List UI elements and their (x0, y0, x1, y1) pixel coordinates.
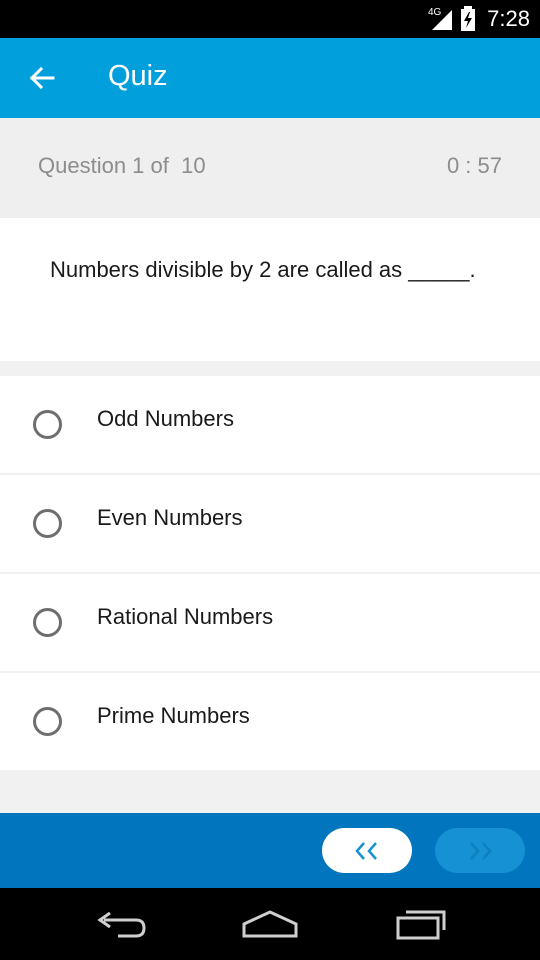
page-title: Quiz (108, 60, 168, 92)
question-counter: Question 1 of 10 (38, 153, 206, 178)
app-bar: Quiz (0, 38, 540, 118)
back-icon[interactable] (92, 906, 148, 942)
network-type-label: 4G (428, 7, 442, 18)
radio-button[interactable] (33, 707, 62, 736)
next-question-button[interactable] (435, 828, 525, 873)
radio-button[interactable] (33, 608, 62, 637)
home-icon[interactable] (240, 906, 300, 942)
signal-icon: 4G (428, 7, 452, 30)
double-chevron-right-icon (470, 842, 492, 860)
question-header: Question 1 of 10 0 : 57 (0, 118, 540, 218)
quiz-nav-bar (0, 813, 540, 888)
previous-question-button[interactable] (322, 828, 412, 873)
system-nav-bar (0, 888, 540, 960)
question-card: Numbers divisible by 2 are called as ___… (0, 218, 540, 361)
option-label: Even Numbers (97, 505, 243, 530)
option-label: Odd Numbers (97, 406, 234, 431)
arrow-left-icon[interactable] (26, 62, 58, 94)
quiz-timer: 0 : 57 (446, 153, 502, 178)
option-label: Rational Numbers (97, 604, 274, 629)
option-even-numbers[interactable]: Even Numbers (0, 475, 540, 572)
status-time: 7:28 (487, 6, 530, 31)
question-text: Numbers divisible by 2 are called as ___… (50, 257, 476, 282)
option-label: Prime Numbers (97, 703, 250, 728)
option-prime-numbers[interactable]: Prime Numbers (0, 673, 540, 770)
option-rational-numbers[interactable]: Rational Numbers (0, 574, 540, 671)
option-odd-numbers[interactable]: Odd Numbers (0, 376, 540, 473)
double-chevron-left-icon (355, 842, 377, 860)
status-bar: 4G 7:28 (0, 0, 540, 38)
radio-button[interactable] (33, 509, 62, 538)
battery-charging-icon (461, 6, 475, 31)
recents-icon[interactable] (394, 906, 450, 942)
options-list: Odd Numbers Even Numbers Rational Number… (0, 376, 540, 772)
radio-button[interactable] (33, 410, 62, 439)
